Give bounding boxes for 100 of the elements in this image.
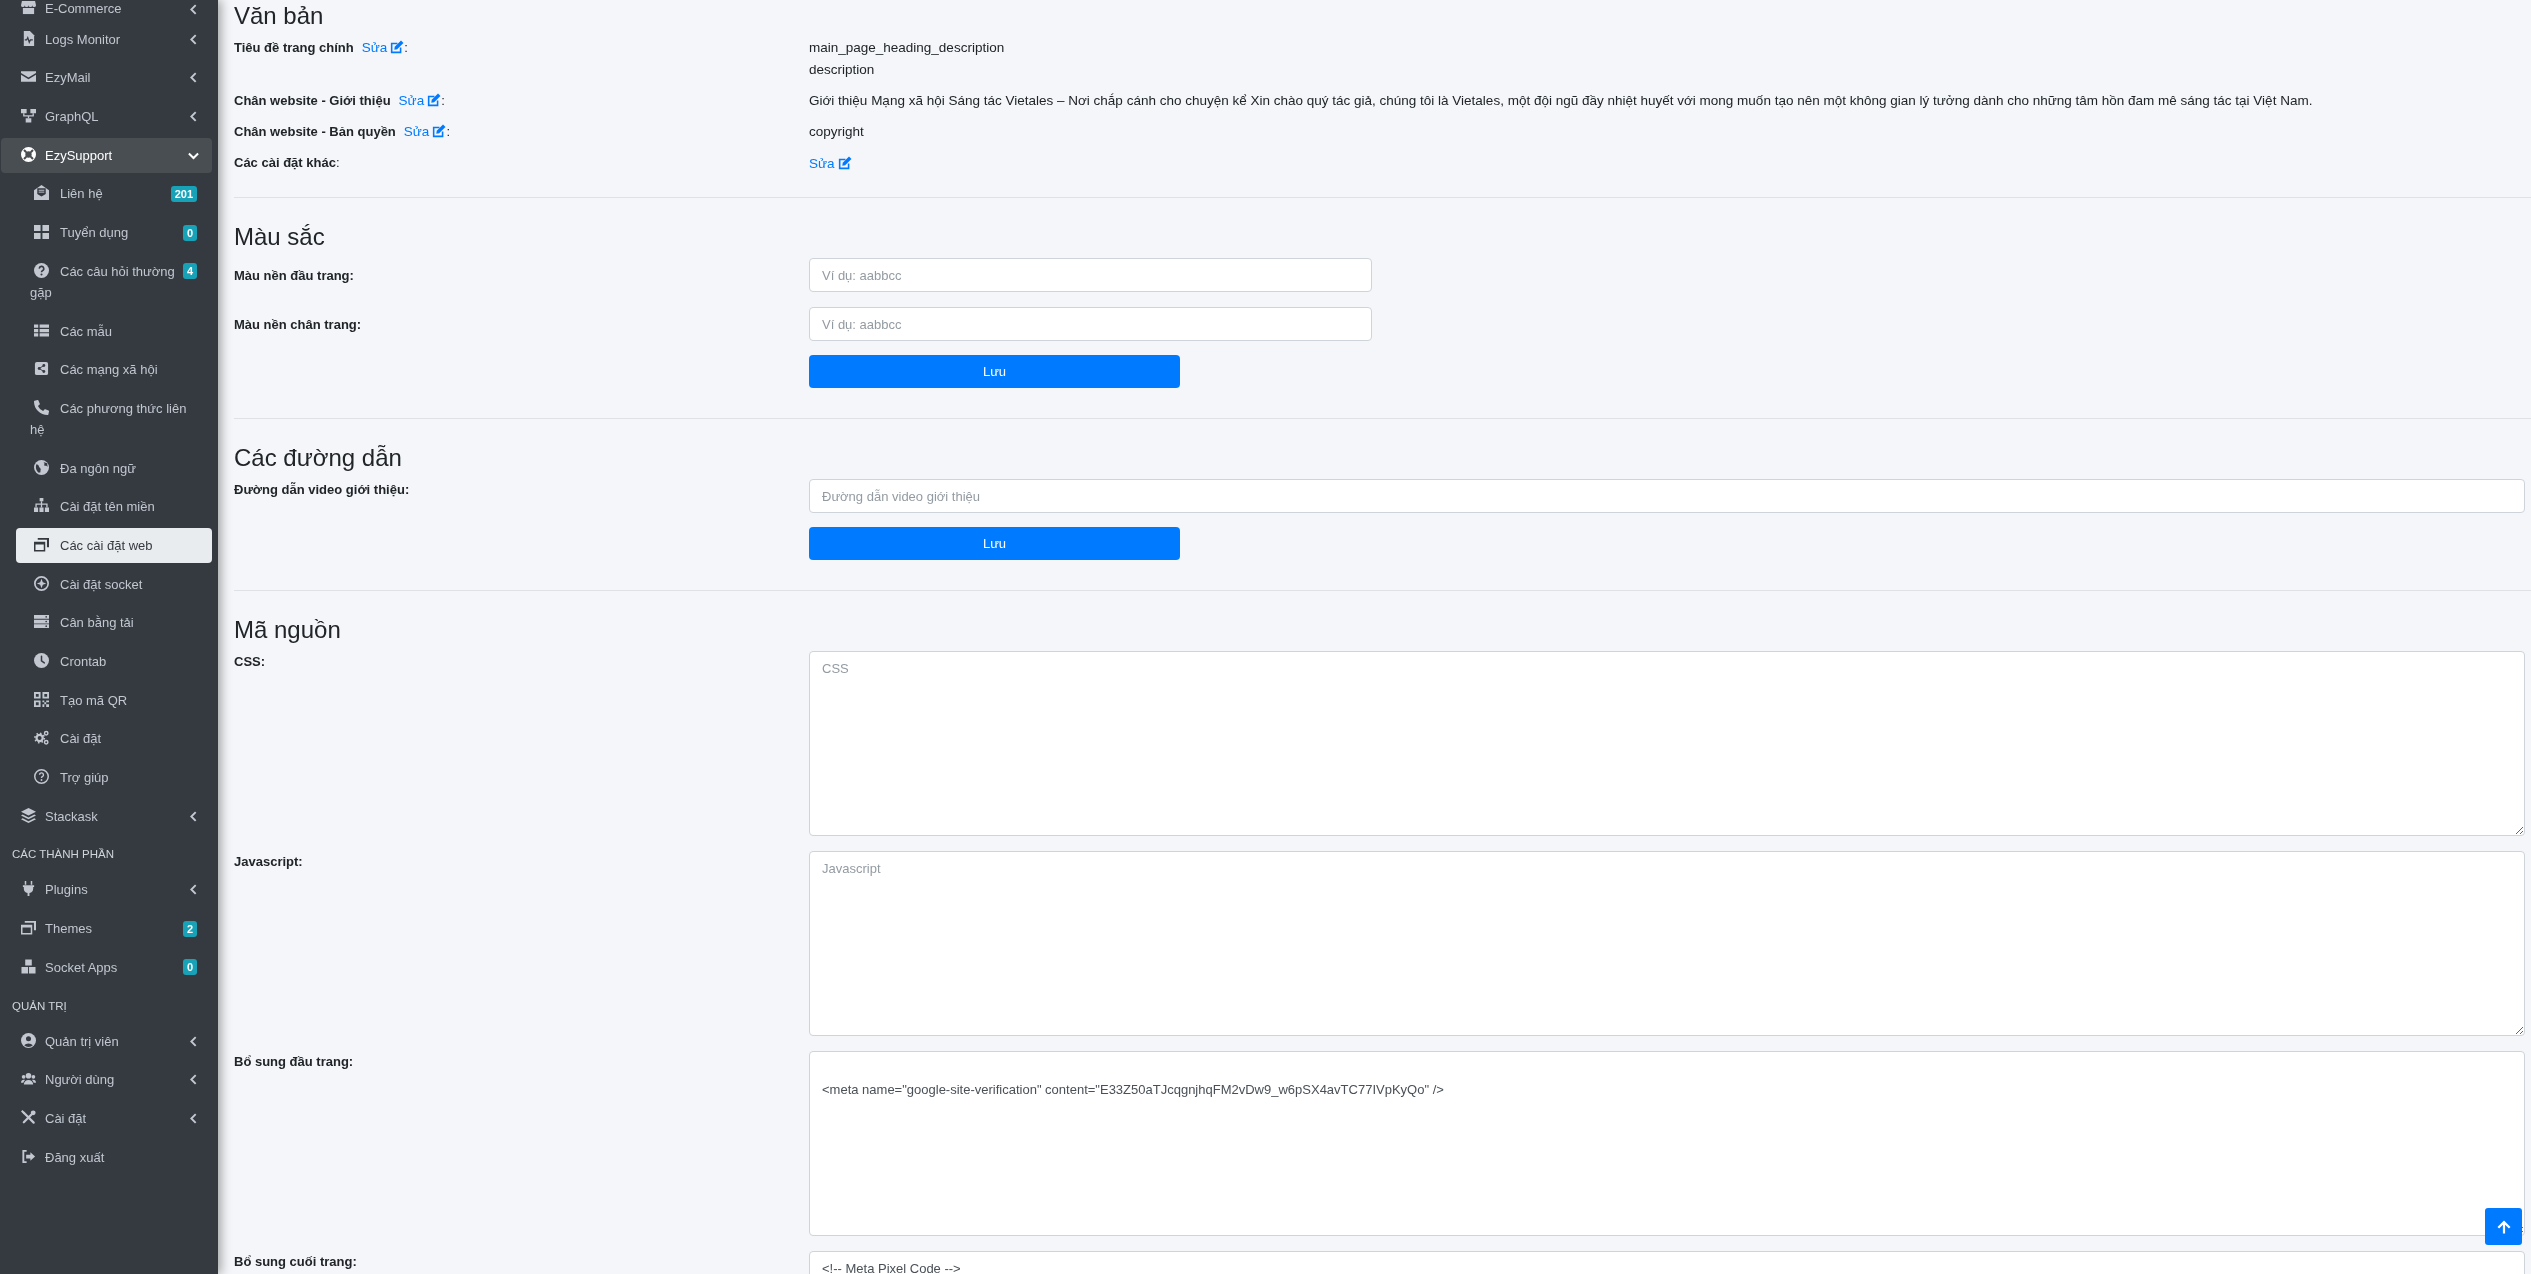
users-icon	[20, 1071, 37, 1087]
field-label: Màu nền chân trang:	[234, 315, 362, 334]
colon-text: :	[446, 124, 450, 139]
question-icon	[33, 262, 50, 278]
nav-item[interactable]: EzySupport	[1, 137, 212, 173]
nav-item[interactable]: Cài đặt tên miền	[16, 489, 212, 525]
envelope-open-icon	[33, 185, 50, 201]
tools-icon	[20, 1109, 37, 1125]
nav-item[interactable]: Plugins	[1, 872, 212, 908]
grid-icon	[33, 224, 50, 240]
textarea-field[interactable]: <!-- Meta Pixel Code -->	[809, 1251, 2525, 1274]
colon-text: :	[404, 40, 408, 55]
nav-item[interactable]: Cài đặt	[1, 1100, 212, 1136]
nav-item[interactable]: E-Commerce	[1, 0, 212, 18]
field-label: CSS:	[234, 653, 266, 671]
count-badge: 4	[182, 263, 197, 280]
nav-heading: CÁC THÀNH PHẦN	[11, 847, 115, 863]
nav-item[interactable]: Stackask	[1, 798, 212, 834]
compass-icon	[33, 575, 50, 591]
count-badge: 201	[170, 185, 197, 202]
nav-item[interactable]: Các mạng xã hội	[16, 352, 212, 388]
nav-item[interactable]: Liên hệ 201	[16, 176, 212, 212]
edit-link[interactable]: Sửa	[809, 156, 852, 171]
nav-item[interactable]: Quản trị viên	[1, 1023, 212, 1059]
textarea-field[interactable]: Javascript	[809, 851, 2525, 1036]
nav-item[interactable]: Trợ giúp	[16, 760, 212, 796]
edit-link[interactable]: Sửa	[398, 93, 442, 108]
field-label: Bổ sung đầu trang:	[234, 1053, 354, 1071]
save-button[interactable]: Lưu	[809, 355, 1180, 388]
nav-item[interactable]: Các phương thức liên hệ	[16, 390, 212, 447]
section-heading: Các đường dẫn	[234, 443, 402, 473]
field-label: Chân website - Giới thiệu	[234, 93, 391, 108]
textarea-field[interactable]: CSS	[809, 651, 2525, 836]
nav-item[interactable]: Đa ngôn ngữ	[16, 450, 212, 486]
nav-item[interactable]: Các mẫu	[16, 313, 212, 349]
edit-icon	[427, 93, 442, 107]
input-field[interactable]: Ví dụ: aabbcc	[809, 307, 1372, 341]
colon-text: :	[441, 93, 445, 108]
nav-item[interactable]: Themes 2	[1, 911, 212, 947]
field-label: Các cài đặt khác	[234, 155, 336, 170]
field-label: Tiêu đề trang chính	[234, 40, 354, 55]
windows-icon	[33, 536, 50, 552]
cubes-icon	[20, 958, 37, 974]
count-badge: 2	[182, 920, 197, 937]
nav-heading: QUẢN TRỊ	[11, 998, 67, 1014]
sign-out-icon	[20, 1148, 37, 1164]
field-label: Bổ sung cuối trang:	[234, 1253, 357, 1271]
nav-item[interactable]: Cài đặt socket	[16, 566, 212, 602]
nav-item[interactable]: Logs Monitor	[1, 21, 212, 57]
count-badge: 0	[182, 224, 197, 241]
edit-icon	[837, 156, 852, 170]
field-value: description	[809, 61, 875, 79]
field-value: copyright	[809, 123, 864, 141]
input-field[interactable]: Đường dẫn video giới thiệu	[809, 479, 2525, 513]
nav-item[interactable]: Cài đặt	[16, 721, 212, 757]
nav-item[interactable]: Crontab	[16, 644, 212, 679]
nav-item[interactable]: Người dùng	[1, 1062, 212, 1098]
nav-item[interactable]: Socket Apps 0	[1, 949, 212, 985]
arrow-up-icon	[2496, 1219, 2511, 1234]
globe-icon	[33, 459, 50, 475]
field-label: Chân website - Bản quyền	[234, 124, 396, 139]
nav-item[interactable]: GraphQL	[1, 99, 212, 135]
sitemap-icon	[33, 498, 50, 514]
nav-item[interactable]: Tuyển dụng 0	[16, 215, 212, 251]
phone-icon	[33, 399, 50, 415]
count-badge: 0	[182, 959, 197, 976]
edit-icon	[432, 124, 447, 138]
section-heading: Màu sắc	[234, 222, 325, 252]
nav-item[interactable]: Các câu hỏi thường gặp 4	[16, 253, 212, 310]
scroll-top-button[interactable]	[2485, 1208, 2522, 1245]
save-button[interactable]: Lưu	[809, 527, 1180, 560]
plug-icon	[20, 881, 37, 897]
field-label: Đường dẫn video giới thiệu:	[234, 481, 410, 499]
server-icon	[33, 614, 50, 630]
nav-item[interactable]: Tạo mã QR	[16, 682, 212, 718]
gears-icon	[33, 730, 50, 746]
shop-icon	[20, 0, 37, 15]
edit-link[interactable]: Sửa	[361, 40, 405, 55]
lifebuoy-icon	[20, 146, 37, 162]
nav-item[interactable]: Các cài đặt web	[16, 527, 212, 563]
list-icon	[33, 322, 50, 338]
textarea-field[interactable]: <meta name="google-site-verification" content="E33Z50aTJcqgnjhqFM2vDw9_w6pSX4avTC77IVpKyQo" />	[809, 1051, 2525, 1236]
section-heading: Mã nguồn	[234, 615, 341, 645]
layers-icon	[20, 807, 37, 823]
field-label: Màu nền đầu trang:	[234, 266, 354, 285]
input-field[interactable]: Ví dụ: aabbcc	[809, 258, 1372, 292]
question-icon	[33, 769, 50, 785]
qr-code-icon	[33, 691, 50, 707]
section-heading: Văn bản	[234, 1, 324, 31]
envelope-icon	[20, 69, 37, 85]
nav-item[interactable]: EzyMail	[1, 60, 212, 96]
nav-item[interactable]: Cân bằng tải	[16, 605, 212, 641]
field-value: Giới thiệu Mạng xã hội Sáng tác Vietales – Nơi chắp cánh cho chuyện kể Xin chào quý tác giả, chúng tôi là Vietales, một đội ngũ đầy nhiệt huyết với mong muốn tạo nên một không gian lý tưởng dành cho những tâm hồn đam mê sáng tác tại Việt Nam.	[809, 92, 2313, 110]
edit-link[interactable]: Sửa	[403, 124, 447, 139]
share-icon	[33, 361, 50, 377]
colon-text: :	[335, 155, 340, 170]
edit-icon	[390, 40, 405, 54]
nav-item[interactable]: Đăng xuất	[1, 1139, 212, 1175]
clock-icon	[33, 653, 50, 668]
field-value: main_page_heading_description	[809, 39, 1005, 57]
